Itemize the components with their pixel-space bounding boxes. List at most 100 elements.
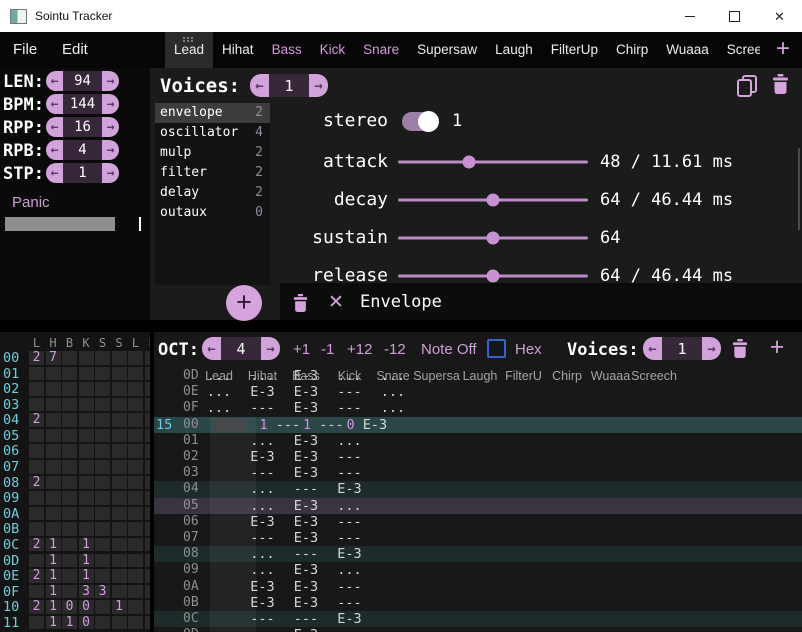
order-cell[interactable] [62,538,77,552]
order-cell[interactable] [62,507,77,521]
params-scrollbar[interactable] [798,148,800,230]
pattern-cell[interactable]: E-3 [285,627,327,632]
order-cell[interactable] [95,382,110,396]
transpose-minus1[interactable]: -1 [321,341,334,358]
order-cell[interactable] [128,367,143,381]
pattern-cell[interactable]: --- [285,481,327,497]
pattern-cell[interactable]: ... [242,546,284,562]
tab-bass[interactable]: Bass [263,32,311,68]
order-cell[interactable] [29,491,44,505]
order-cell[interactable] [79,476,94,490]
rpb-spinner-value[interactable]: 4 [63,140,102,160]
order-cell[interactable] [128,382,143,396]
octave-spinner-value[interactable]: 4 [221,337,261,360]
pattern-cell[interactable]: E-3 [285,449,327,465]
order-cell[interactable] [128,616,143,630]
add-instrument-button[interactable]: + [770,36,796,64]
order-cell[interactable] [128,569,143,583]
order-cell[interactable] [112,476,127,490]
order-cell[interactable] [62,351,77,365]
order-cell[interactable] [29,429,44,443]
order-cell[interactable] [112,507,127,521]
pattern-cell[interactable]: 1 --- [303,417,344,433]
order-cell[interactable] [95,460,110,474]
instrument-voices-spinner-increment[interactable]: → [309,74,328,97]
pattern-cell[interactable]: E-3 [285,498,327,514]
len-spinner-increment[interactable]: → [102,71,119,91]
tab-supersaw[interactable]: Supersaw [408,32,486,68]
order-cell[interactable] [95,429,110,443]
order-cell[interactable]: 2 [29,600,44,614]
track-voices-spinner-decrement[interactable]: ← [643,337,662,360]
order-cell[interactable] [62,398,77,412]
order-cell[interactable] [128,491,143,505]
order-cell[interactable]: 1 [79,538,94,552]
order-cell[interactable] [62,476,77,490]
order-cell[interactable] [62,460,77,474]
order-cell[interactable] [29,398,44,412]
order-cell[interactable] [145,554,151,568]
pattern-cell[interactable]: ... [198,384,240,400]
order-cell[interactable] [128,522,143,536]
order-cell[interactable] [79,382,94,396]
track-voices-spinner-value[interactable]: 1 [662,337,702,360]
order-cell[interactable] [112,522,127,536]
order-cell[interactable] [112,382,127,396]
order-cell[interactable] [128,585,143,599]
order-cell[interactable] [112,538,127,552]
order-cell[interactable] [145,616,151,630]
order-cell[interactable] [145,491,151,505]
len-spinner-value[interactable]: 94 [63,71,102,91]
pattern-cell[interactable]: --- [242,530,284,546]
order-cell[interactable] [62,585,77,599]
order-cell[interactable] [145,429,151,443]
octave-spinner-decrement[interactable]: ← [202,337,221,360]
pattern-cell[interactable]: --- [329,595,371,611]
close-button[interactable]: ✕ [757,0,802,32]
pattern-cell[interactable]: --- [329,514,371,530]
pattern-cell[interactable]: E-3 [285,465,327,481]
order-cell[interactable] [46,413,61,427]
order-cell[interactable] [145,522,151,536]
order-cell[interactable]: 2 [29,538,44,552]
pattern-cell[interactable]: E-3 [242,384,284,400]
order-cell[interactable] [62,554,77,568]
maximize-button[interactable] [712,0,757,32]
order-cell[interactable] [79,398,94,412]
panic-button[interactable]: Panic [12,194,50,211]
pattern-cell[interactable]: --- [329,465,371,481]
add-track-button[interactable]: + [764,334,790,360]
pattern-cell[interactable]: E-3 [285,530,327,546]
order-cell[interactable] [112,367,127,381]
order-cell[interactable]: 3 [79,585,94,599]
attack-slider-knob[interactable] [463,156,476,169]
order-cell[interactable] [62,522,77,536]
pattern-cell[interactable]: ... [372,384,414,400]
order-cell[interactable] [79,429,94,443]
pattern-cell[interactable]: --- [329,449,371,465]
order-cell[interactable]: 1 [62,616,77,630]
pattern-cell[interactable]: ... [242,481,284,497]
order-cell[interactable] [95,491,110,505]
order-cell[interactable] [79,367,94,381]
pattern-cell[interactable]: --- [242,465,284,481]
order-cell[interactable]: 2 [29,413,44,427]
order-cell[interactable] [128,476,143,490]
order-cell[interactable] [145,444,151,458]
pattern-cell[interactable]: E-3 [285,384,327,400]
order-cell[interactable] [46,398,61,412]
hex-checkbox[interactable] [487,339,506,358]
attack-slider[interactable] [398,161,588,164]
order-cell[interactable] [145,413,151,427]
pattern-cell[interactable]: E-3 [285,400,327,416]
order-cell[interactable] [46,522,61,536]
stp-spinner-value[interactable]: 1 [63,163,102,183]
minimize-button[interactable] [667,0,712,32]
order-cell[interactable] [145,367,151,381]
order-cell[interactable] [128,460,143,474]
order-cell[interactable] [95,476,110,490]
pattern-cell[interactable]: E-3 [285,433,327,449]
order-cell[interactable] [95,616,110,630]
order-cell[interactable] [112,413,127,427]
order-cell[interactable] [145,538,151,552]
